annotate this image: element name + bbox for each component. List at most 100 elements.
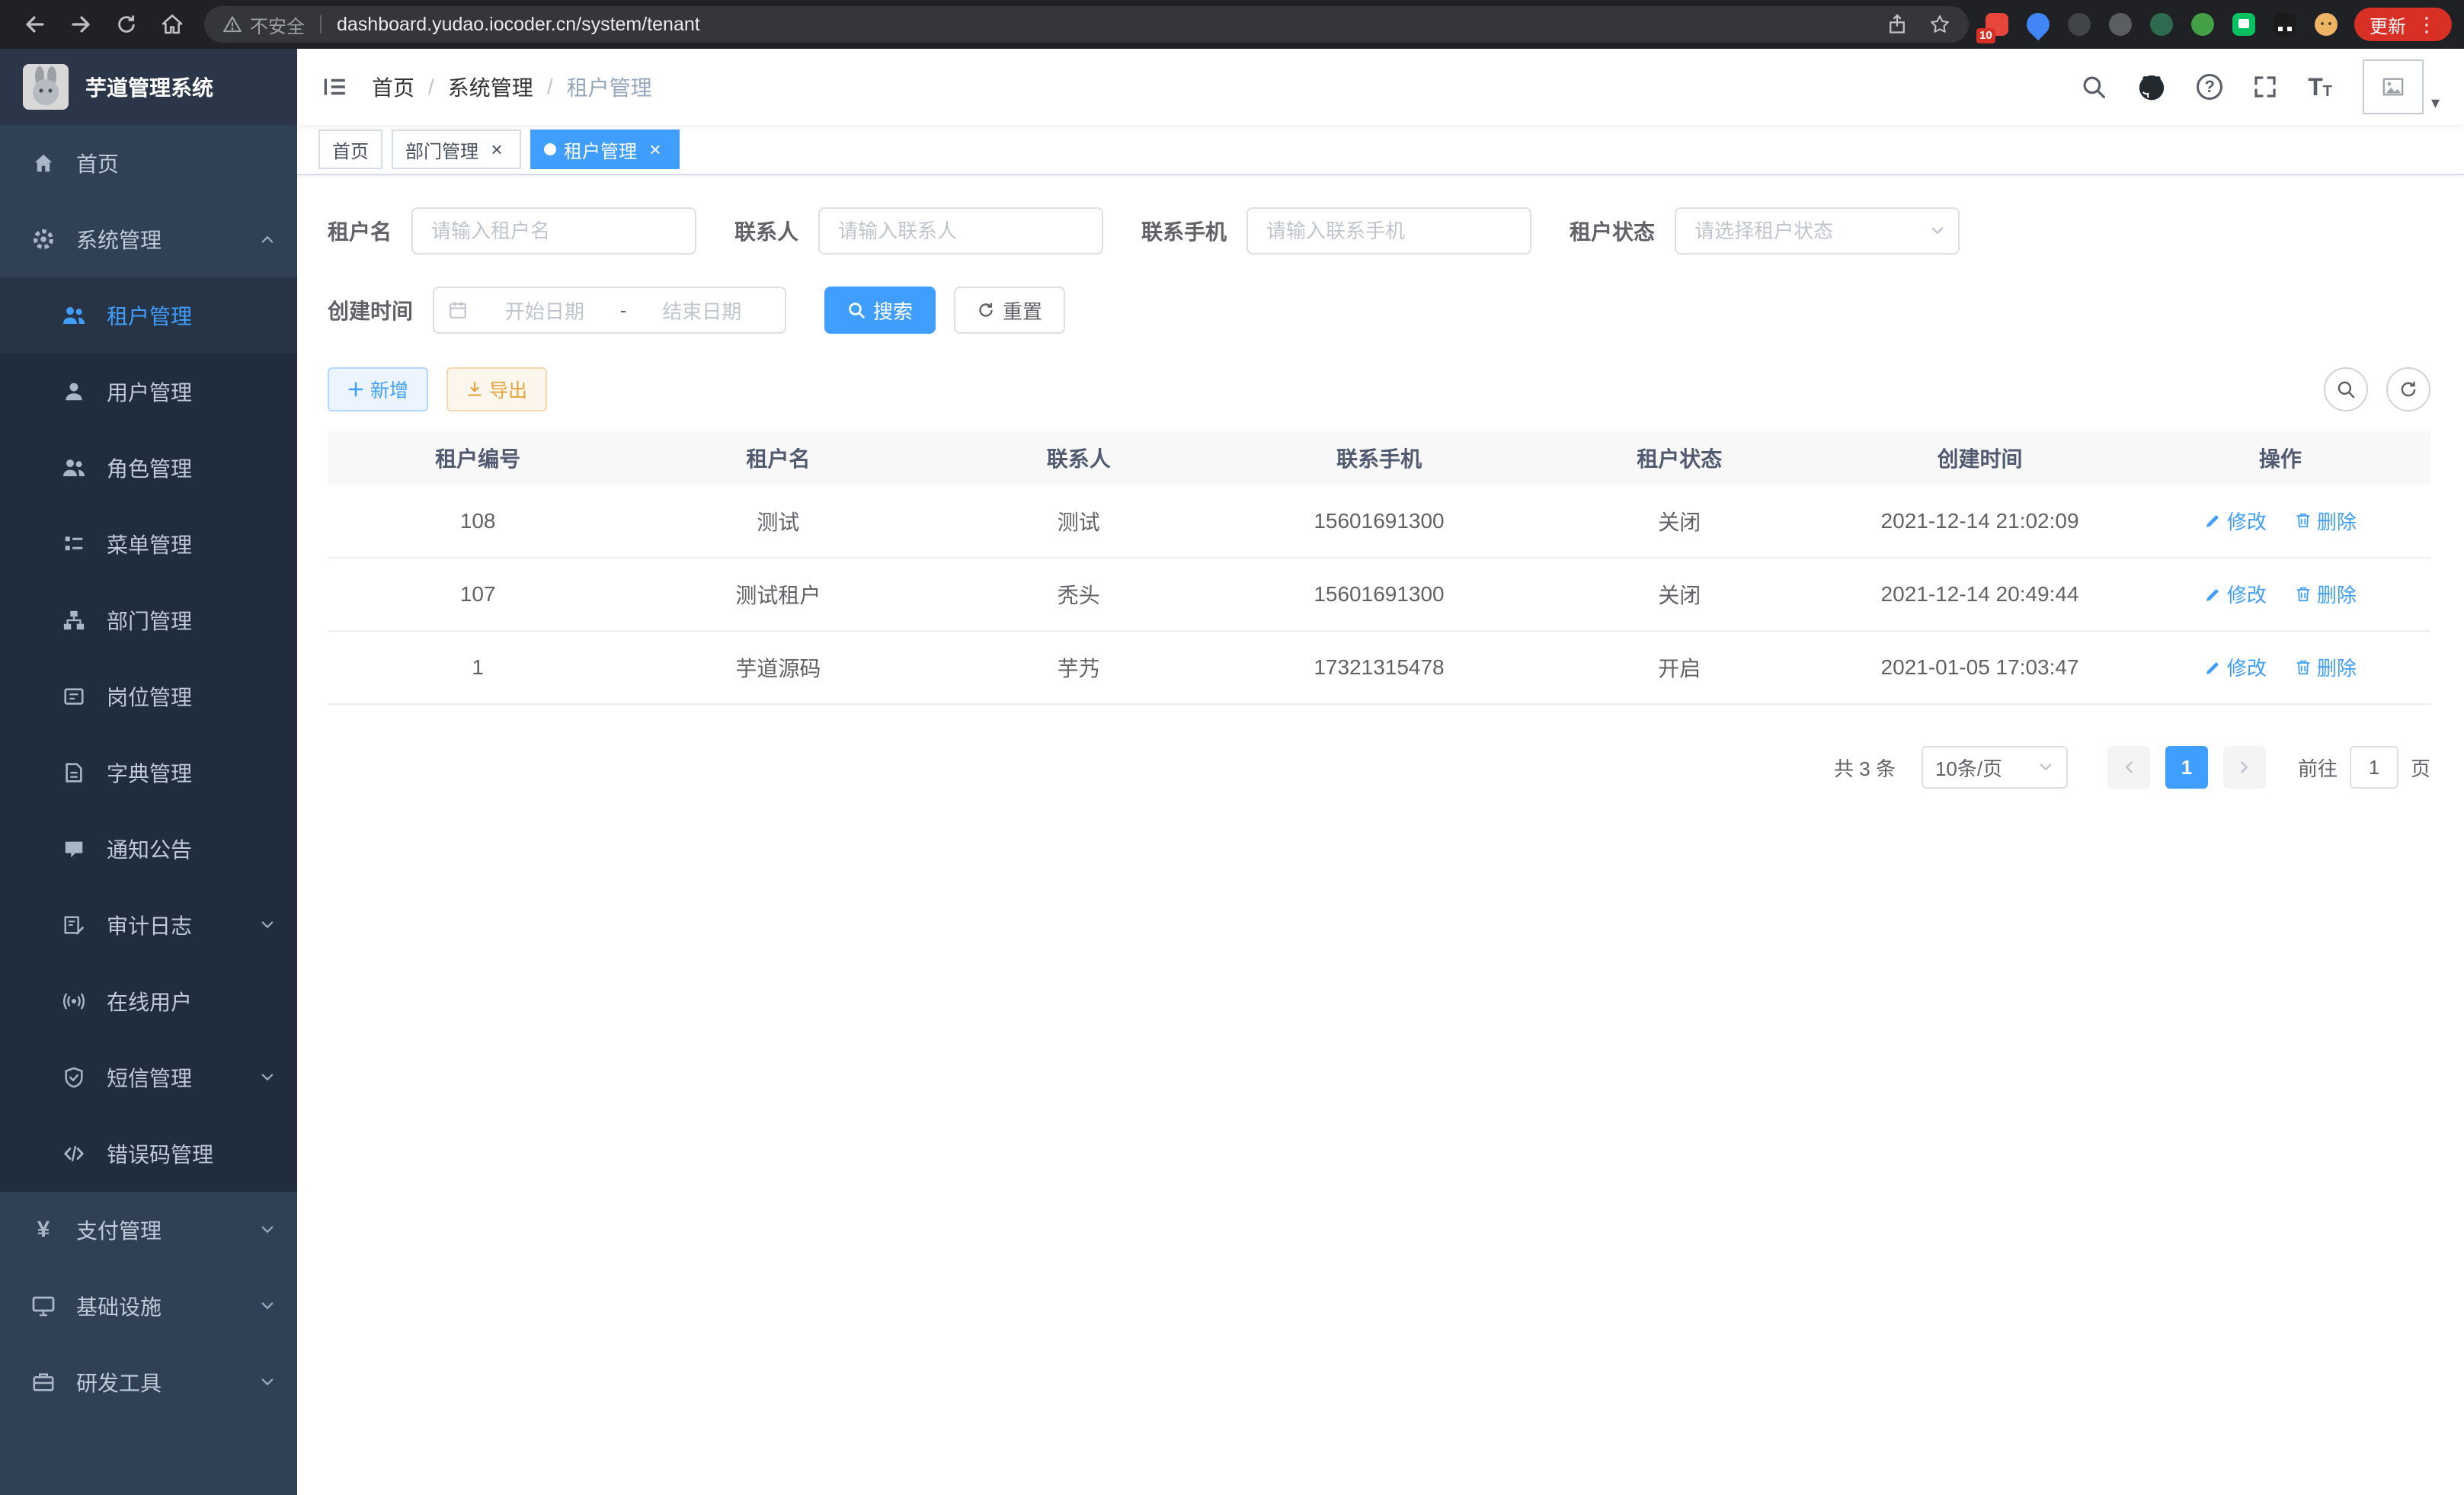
message-icon: [61, 836, 87, 862]
fullscreen-icon[interactable]: [2253, 75, 2277, 99]
breadcrumb-system[interactable]: 系统管理: [448, 72, 533, 102]
page-size-select[interactable]: 10条/页: [1922, 746, 2068, 789]
extension-icon-avatar[interactable]: [2313, 11, 2339, 37]
page-number-1[interactable]: 1: [2165, 746, 2208, 789]
extension-icon-green1[interactable]: [2149, 11, 2174, 37]
browser-back-button[interactable]: [12, 3, 58, 46]
sidebar-item-infra[interactable]: 基础设施: [0, 1268, 297, 1344]
logo-avatar: [23, 64, 69, 110]
sidebar-item-devtool[interactable]: 研发工具: [0, 1344, 297, 1420]
add-button[interactable]: 新增: [328, 367, 428, 411]
tenant-name-input[interactable]: [411, 207, 696, 255]
user-menu[interactable]: ▾: [2363, 59, 2440, 114]
close-icon[interactable]: ×: [645, 139, 666, 159]
submenu-system: 租户管理 用户管理 角色管理 菜单管理 部门管理: [0, 277, 297, 1192]
sidebar-item-online-user[interactable]: 在线用户: [0, 963, 297, 1039]
toggle-search-button[interactable]: [2324, 367, 2368, 411]
yen-icon: ¥: [30, 1217, 56, 1243]
reset-button[interactable]: 重置: [954, 287, 1065, 334]
tab-home[interactable]: 首页: [318, 130, 382, 169]
sidebar-item-error-code[interactable]: 错误码管理: [0, 1116, 297, 1192]
user-icon: [61, 379, 87, 405]
sidebar-item-system[interactable]: 系统管理: [0, 201, 297, 277]
end-date-placeholder[interactable]: 结束日期: [632, 296, 771, 325]
chevron-up-icon: [259, 231, 276, 248]
sidebar-item-audit-log[interactable]: 审计日志: [0, 887, 297, 963]
contact-input[interactable]: [818, 207, 1103, 255]
url-text[interactable]: dashboard.yudao.iocoder.cn/system/tenant: [337, 14, 700, 36]
browser-forward-button[interactable]: [58, 3, 104, 46]
browser-home-button[interactable]: [149, 3, 195, 46]
search-button[interactable]: 搜索: [824, 287, 936, 334]
extension-icon-monkey[interactable]: [2272, 11, 2298, 37]
logo-row[interactable]: 芋道管理系统: [0, 49, 297, 125]
sidebar-item-pay[interactable]: ¥ 支付管理: [0, 1192, 297, 1268]
sidebar-item-role[interactable]: 角色管理: [0, 430, 297, 506]
share-icon[interactable]: [1886, 14, 1908, 35]
sidebar-item-menu[interactable]: 菜单管理: [0, 506, 297, 582]
extension-badge: 10: [1976, 28, 1995, 43]
prev-page-button[interactable]: [2107, 746, 2150, 789]
trash-icon: [2294, 511, 2312, 530]
refresh-table-button[interactable]: [2386, 367, 2430, 411]
gear-icon: [30, 226, 56, 252]
sidebar-item-dept[interactable]: 部门管理: [0, 582, 297, 658]
sidebar-item-notice[interactable]: 通知公告: [0, 811, 297, 887]
avatar[interactable]: [2363, 59, 2424, 114]
tab-tenant[interactable]: 租户管理 ×: [530, 130, 680, 169]
github-icon[interactable]: [2137, 72, 2166, 101]
font-size-icon[interactable]: TT: [2308, 75, 2332, 99]
edit-button[interactable]: 修改: [2204, 580, 2267, 608]
sidebar-item-post[interactable]: 岗位管理: [0, 658, 297, 735]
address-divider: [320, 15, 322, 34]
search-icon[interactable]: [2081, 74, 2107, 100]
extension-icon-dark2[interactable]: [2107, 11, 2133, 37]
tenant-table: 租户编号 租户名 联系人 联系手机 租户状态 创建时间 操作 108 测试 测试: [328, 431, 2430, 705]
extension-icon-chat[interactable]: [2231, 11, 2257, 37]
sidebar-item-tenant[interactable]: 租户管理: [0, 277, 297, 354]
cell-contact: 秃头: [929, 558, 1229, 631]
export-button[interactable]: 导出: [446, 367, 547, 411]
browser-update-button[interactable]: 更新 ⋮: [2354, 8, 2452, 41]
page-content: 租户名 联系人 联系手机 租户状态: [297, 207, 2464, 789]
date-range-picker[interactable]: 开始日期 - 结束日期: [433, 287, 786, 334]
sidebar-collapse-button[interactable]: [322, 74, 347, 100]
browser-menu-icon[interactable]: ⋮: [2417, 14, 2437, 34]
address-bar[interactable]: 不安全 dashboard.yudao.iocoder.cn/system/te…: [204, 6, 1969, 43]
browser-reload-button[interactable]: [104, 3, 149, 46]
next-page-button[interactable]: [2223, 746, 2266, 789]
start-date-placeholder[interactable]: 开始日期: [475, 296, 614, 325]
delete-button[interactable]: 删除: [2294, 507, 2357, 535]
cell-mobile: 15601691300: [1229, 558, 1529, 631]
caret-down-icon[interactable]: ▾: [2431, 94, 2440, 114]
breadcrumb-home[interactable]: 首页: [372, 72, 414, 102]
pencil-icon: [2204, 585, 2222, 603]
delete-button[interactable]: 删除: [2294, 653, 2357, 681]
badge-icon: [61, 683, 87, 709]
edit-button[interactable]: 修改: [2204, 653, 2267, 681]
sidebar-item-sms[interactable]: 短信管理: [0, 1039, 297, 1116]
security-chip[interactable]: 不安全: [222, 11, 305, 38]
help-icon[interactable]: ?: [2197, 74, 2222, 100]
sidebar-item-home[interactable]: 首页: [0, 125, 297, 201]
extension-icon-drop[interactable]: [2025, 11, 2051, 37]
sidebar-item-user[interactable]: 用户管理: [0, 354, 297, 430]
goto-page-input[interactable]: [2350, 746, 2398, 789]
book-icon: [61, 760, 87, 786]
edit-button[interactable]: 修改: [2204, 507, 2267, 535]
close-icon[interactable]: ×: [486, 139, 507, 159]
tab-dept[interactable]: 部门管理 ×: [392, 130, 521, 169]
pencil-icon: [2204, 511, 2222, 530]
mobile-input[interactable]: [1246, 207, 1531, 255]
col-mobile: 联系手机: [1229, 431, 1529, 485]
sidebar-item-dict[interactable]: 字典管理: [0, 735, 297, 811]
extension-icon-dark1[interactable]: [2066, 11, 2092, 37]
extension-icon-blocker[interactable]: 10: [1984, 11, 2010, 37]
cell-created: 2021-12-14 20:49:44: [1829, 558, 2130, 631]
status-select[interactable]: [1675, 207, 1960, 255]
extension-icon-green2[interactable]: [2190, 11, 2216, 37]
bookmark-star-icon[interactable]: [1929, 14, 1950, 35]
delete-button[interactable]: 删除: [2294, 580, 2357, 608]
table-row: 108 测试 测试 15601691300 关闭 2021-12-14 21:0…: [328, 485, 2430, 558]
goto-page: 前往 页: [2298, 746, 2430, 789]
